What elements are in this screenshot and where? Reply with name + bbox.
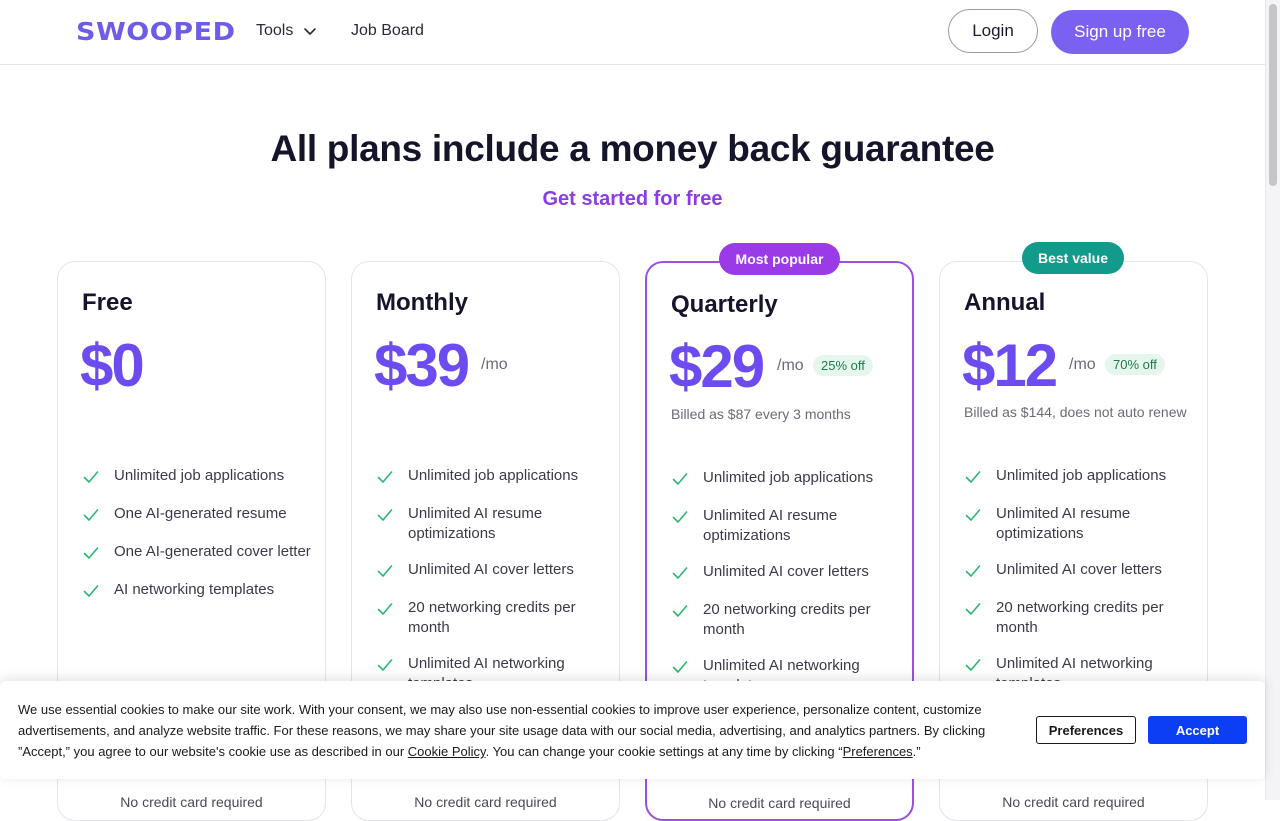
scrollbar-thumb[interactable] xyxy=(1269,4,1277,186)
check-icon xyxy=(672,511,688,523)
nav-tools-label: Tools xyxy=(256,22,294,39)
feature-item: 20 networking credits per month xyxy=(376,598,606,638)
plan-price: $39 xyxy=(374,332,470,399)
cookie-preferences-button[interactable]: Preferences xyxy=(1036,716,1136,744)
feature-item: Unlimited job applications xyxy=(964,466,1194,486)
no-credit-card-note: No credit card required xyxy=(708,795,851,811)
feature-text: Unlimited AI cover letters xyxy=(703,563,869,580)
check-icon xyxy=(83,547,99,559)
feature-item: One AI-generated cover letter xyxy=(82,542,312,562)
page-subtitle: Get started for free xyxy=(542,188,723,210)
feature-item: AI networking templates xyxy=(82,580,312,600)
feature-text: Unlimited job applications xyxy=(996,467,1167,484)
check-icon xyxy=(672,661,688,673)
feature-text: Unlimited AI resume optimizations xyxy=(408,505,543,542)
check-icon xyxy=(377,509,393,521)
check-icon xyxy=(672,605,688,617)
cookie-policy-link[interactable]: Cookie Policy xyxy=(408,744,486,759)
no-credit-card-note: No credit card required xyxy=(120,794,263,810)
check-icon xyxy=(83,509,99,521)
feature-item: Unlimited AI cover letters xyxy=(376,560,606,580)
discount-badge: 70% off xyxy=(1105,354,1165,375)
swooped-logo[interactable]: SWOOPED xyxy=(76,17,236,46)
page-scrollbar[interactable] xyxy=(1265,0,1280,800)
check-icon xyxy=(965,603,981,615)
check-icon xyxy=(965,565,981,577)
feature-item: Unlimited job applications xyxy=(376,466,606,486)
feature-text: Unlimited AI resume optimizations xyxy=(703,507,838,544)
feature-text: 20 networking credits per month xyxy=(703,601,871,638)
check-icon xyxy=(83,471,99,483)
feature-item: 20 networking credits per month xyxy=(964,598,1194,638)
check-icon xyxy=(965,659,981,671)
feature-item: 20 networking credits per month xyxy=(671,600,901,640)
feature-item: Unlimited AI cover letters xyxy=(964,560,1194,580)
nav-job-board-link[interactable]: Job Board xyxy=(351,22,424,40)
check-icon xyxy=(965,509,981,521)
feature-text: 20 networking credits per month xyxy=(996,599,1164,636)
plan-price: $0 xyxy=(80,332,145,399)
plan-price: $29 xyxy=(669,333,765,400)
feature-text: AI networking templates xyxy=(114,581,275,598)
plan-name: Quarterly xyxy=(671,291,778,318)
feature-item: Unlimited AI resume optimizations xyxy=(671,506,901,546)
cookie-preferences-link[interactable]: Preferences xyxy=(843,744,913,759)
check-icon xyxy=(672,473,688,485)
chevron-down-icon xyxy=(304,28,317,35)
feature-item: Unlimited job applications xyxy=(671,468,901,488)
most-popular-badge: Most popular xyxy=(719,243,840,275)
login-button[interactable]: Login xyxy=(948,9,1038,53)
check-icon xyxy=(83,585,99,597)
cookie-text-part: . You can change your cookie settings at… xyxy=(485,744,843,759)
cookie-banner: We use essential cookies to make our sit… xyxy=(0,681,1265,779)
plan-name: Annual xyxy=(964,289,1046,316)
no-credit-card-note: No credit card required xyxy=(414,794,557,810)
check-icon xyxy=(965,471,981,483)
page-title: All plans include a money back guarantee xyxy=(270,128,995,169)
check-icon xyxy=(377,565,393,577)
billing-note: Billed as $144, does not auto renew xyxy=(964,404,1187,420)
feature-text: One AI-generated cover letter xyxy=(114,543,311,560)
feature-item: Unlimited AI resume optimizations xyxy=(376,504,606,544)
check-icon xyxy=(377,603,393,615)
cookie-banner-text: We use essential cookies to make our sit… xyxy=(18,699,1018,762)
feature-item: Unlimited AI resume optimizations xyxy=(964,504,1194,544)
feature-text: Unlimited job applications xyxy=(114,467,285,484)
plan-name: Monthly xyxy=(376,289,468,316)
signup-button[interactable]: Sign up free xyxy=(1051,10,1189,54)
feature-text: Unlimited AI cover letters xyxy=(408,561,574,578)
cookie-text-part: .” xyxy=(912,744,921,759)
feature-text: 20 networking credits per month xyxy=(408,599,576,636)
plan-price-period: /mo xyxy=(481,356,508,373)
feature-text: Unlimited job applications xyxy=(408,467,579,484)
feature-item: Unlimited job applications xyxy=(82,466,312,486)
site-header: SWOOPED Tools Job Board Login Sign up fr… xyxy=(0,0,1265,65)
check-icon xyxy=(377,659,393,671)
feature-text: Unlimited AI cover letters xyxy=(996,561,1162,578)
plan-price: $12 xyxy=(962,332,1058,399)
no-credit-card-note: No credit card required xyxy=(1002,794,1145,810)
plan-price-period: /mo xyxy=(1069,356,1096,373)
check-icon xyxy=(377,471,393,483)
discount-badge: 25% off xyxy=(813,355,873,376)
best-value-badge: Best value xyxy=(1022,242,1124,274)
plan-name: Free xyxy=(82,289,133,316)
plan-price-period: /mo xyxy=(777,357,804,374)
cookie-accept-button[interactable]: Accept xyxy=(1148,716,1247,744)
billing-note: Billed as $87 every 3 months xyxy=(671,406,851,422)
feature-text: Unlimited AI resume optimizations xyxy=(996,505,1131,542)
feature-item: One AI-generated resume xyxy=(82,504,312,524)
check-icon xyxy=(672,567,688,579)
feature-text: Unlimited job applications xyxy=(703,469,874,486)
feature-item: Unlimited AI cover letters xyxy=(671,562,901,582)
feature-text: One AI-generated resume xyxy=(114,505,287,522)
nav-tools-menu[interactable]: Tools xyxy=(256,22,317,40)
